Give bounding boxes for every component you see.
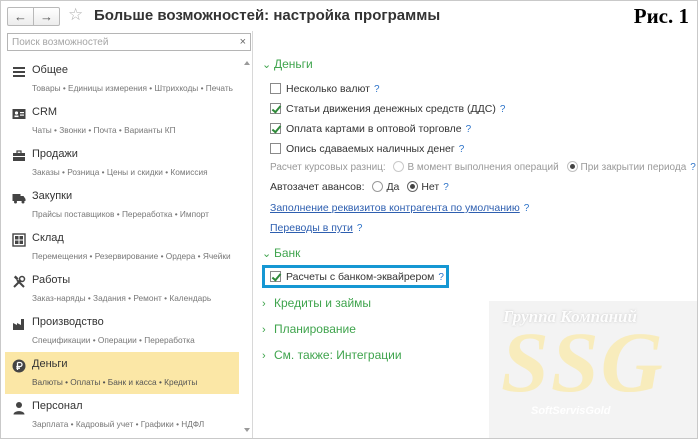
sections-panel: × Общее Товары • Единицы измерения • Штр… — [1, 31, 253, 438]
arrow-left-icon: ← — [14, 9, 27, 24]
help-icon[interactable]: ? — [500, 104, 506, 115]
group-credits[interactable]: › Кредиты и займы — [262, 296, 371, 310]
section-purchases[interactable]: Закупки Прайсы поставщиков • Переработка… — [5, 184, 239, 226]
help-icon[interactable]: ? — [524, 203, 530, 214]
checkbox-checked[interactable] — [270, 123, 281, 134]
chevron-down-icon: ⌄ — [262, 59, 272, 71]
section-subtitle: Зарплата • Кадровый учет • Графики • НДФ… — [32, 419, 205, 429]
chevron-right-icon: › — [262, 324, 266, 336]
fill-details-row: Заполнение реквизитов контрагента по умо… — [270, 201, 529, 215]
tools-icon — [13, 275, 26, 288]
arrow-right-icon: → — [40, 9, 53, 24]
chevron-right-icon: › — [262, 298, 266, 310]
watermark-logo: SSG — [501, 314, 665, 410]
section-subtitle: Заказы • Розница • Цены и скидки • Комис… — [32, 167, 208, 177]
checkbox[interactable] — [270, 83, 281, 94]
section-subtitle: Валюты • Оплаты • Банк и касса • Кредиты — [32, 377, 198, 387]
briefcase-icon — [13, 150, 25, 161]
option-cash-flow-items[interactable]: Статьи движения денежных средств (ДДС)? — [270, 102, 505, 116]
section-title: Персонал — [32, 400, 83, 412]
group-bank-header[interactable]: ⌄ Банк — [262, 246, 300, 260]
watermark-top-text: Группа Компаний — [503, 307, 637, 326]
checkbox-checked[interactable] — [270, 103, 281, 114]
option-cash-inventory[interactable]: Опись сдаваемых наличных денег? — [270, 142, 464, 156]
highlight-frame — [262, 265, 449, 288]
sections-scrollbar[interactable] — [243, 59, 251, 434]
search-input[interactable] — [8, 34, 236, 50]
fill-details-link[interactable]: Заполнение реквизитов контрагента по умо… — [270, 202, 520, 214]
contact-card-icon — [12, 109, 26, 119]
radio-button[interactable] — [372, 181, 384, 192]
warehouse-icon — [12, 233, 26, 247]
group-money-header[interactable]: ⌄ Деньги — [262, 57, 313, 71]
watermark-sub-text: SoftServisGold — [531, 405, 611, 417]
option-multi-currency[interactable]: Несколько валют? — [270, 82, 380, 96]
checkbox[interactable] — [270, 143, 281, 154]
truck-icon — [12, 194, 26, 204]
help-icon[interactable]: ? — [466, 124, 472, 135]
radio-button-selected[interactable] — [566, 161, 578, 172]
section-subtitle: Товары • Единицы измерения • Штрихкоды •… — [32, 83, 233, 93]
group-planning[interactable]: › Планирование — [262, 322, 356, 336]
transit-link[interactable]: Переводы в пути — [270, 222, 353, 234]
back-button[interactable]: ← — [7, 7, 34, 26]
section-warehouse[interactable]: Склад Перемещения • Резервирование • Орд… — [5, 226, 239, 268]
company-watermark: SSG Группа Компаний SoftServisGold — [489, 301, 697, 438]
section-title: Работы — [32, 274, 71, 286]
settings-window: ← → ☆ Больше возможностей: настройка про… — [0, 0, 698, 439]
section-title: Деньги — [32, 358, 68, 370]
help-icon[interactable]: ? — [459, 144, 465, 155]
group-integrations[interactable]: › См. также: Интеграции — [262, 348, 402, 362]
person-icon — [13, 402, 25, 415]
option-card-payments[interactable]: Оплата картами в оптовой торговле? — [270, 122, 471, 136]
section-money[interactable]: Деньги Валюты • Оплаты • Банк и касса • … — [5, 352, 239, 394]
section-title: Закупки — [32, 190, 73, 202]
group-title: Планирование — [274, 322, 356, 336]
forward-button[interactable]: → — [33, 7, 60, 26]
section-personnel[interactable]: Персонал Зарплата • Кадровый учет • Граф… — [5, 394, 239, 436]
title-bar: ← → ☆ Больше возможностей: настройка про… — [1, 1, 697, 31]
transit-row: Переводы в пути? — [270, 221, 362, 235]
section-title: CRM — [32, 106, 58, 118]
section-subtitle: Заказ-наряды • Задания • Ремонт • Календ… — [32, 293, 212, 303]
section-title: Продажи — [32, 148, 78, 160]
list-icon — [13, 67, 25, 77]
search-box: × — [7, 33, 251, 51]
favorite-star-icon[interactable]: ☆ — [68, 5, 83, 25]
group-title: Банк — [274, 246, 301, 260]
help-icon[interactable]: ? — [690, 162, 696, 173]
section-production[interactable]: Производство Спецификации • Операции • П… — [5, 310, 239, 352]
page-title: Больше возможностей: настройка программы — [94, 7, 441, 24]
chevron-right-icon: › — [262, 350, 266, 362]
group-title: Кредиты и займы — [274, 296, 372, 310]
radio-button[interactable] — [393, 161, 405, 172]
section-subtitle: Чаты • Звонки • Почта • Варианты КП — [32, 125, 176, 135]
option-auto-offset: Автозачет авансов: Да Нет? — [270, 181, 449, 193]
section-crm[interactable]: CRM Чаты • Звонки • Почта • Варианты КП — [5, 100, 239, 142]
radio-button-selected[interactable] — [407, 181, 419, 192]
section-sales[interactable]: Продажи Заказы • Розница • Цены и скидки… — [5, 142, 239, 184]
help-icon[interactable]: ? — [374, 84, 380, 95]
factory-icon — [13, 319, 24, 330]
section-subtitle: Прайсы поставщиков • Переработка • Импор… — [32, 209, 209, 219]
help-icon[interactable]: ? — [443, 182, 449, 193]
figure-label: Рис. 1 — [633, 4, 689, 28]
section-works[interactable]: Работы Заказ-наряды • Задания • Ремонт •… — [5, 268, 239, 310]
option-rate-difference: Расчет курсовых разниц: В момент выполне… — [270, 161, 696, 173]
section-title: Производство — [32, 316, 104, 328]
section-title: Склад — [32, 232, 64, 244]
group-title: См. также: Интеграции — [274, 348, 402, 362]
ruble-icon — [12, 359, 26, 373]
section-title: Общее — [32, 64, 69, 76]
help-icon[interactable]: ? — [357, 223, 363, 234]
clear-search-icon[interactable]: × — [240, 35, 246, 49]
section-subtitle: Спецификации • Операции • Переработка — [32, 335, 195, 345]
chevron-down-icon: ⌄ — [262, 248, 272, 260]
section-subtitle: Перемещения • Резервирование • Ордера • … — [32, 251, 231, 261]
section-general[interactable]: Общее Товары • Единицы измерения • Штрих… — [5, 58, 239, 100]
group-title: Деньги — [274, 57, 313, 71]
